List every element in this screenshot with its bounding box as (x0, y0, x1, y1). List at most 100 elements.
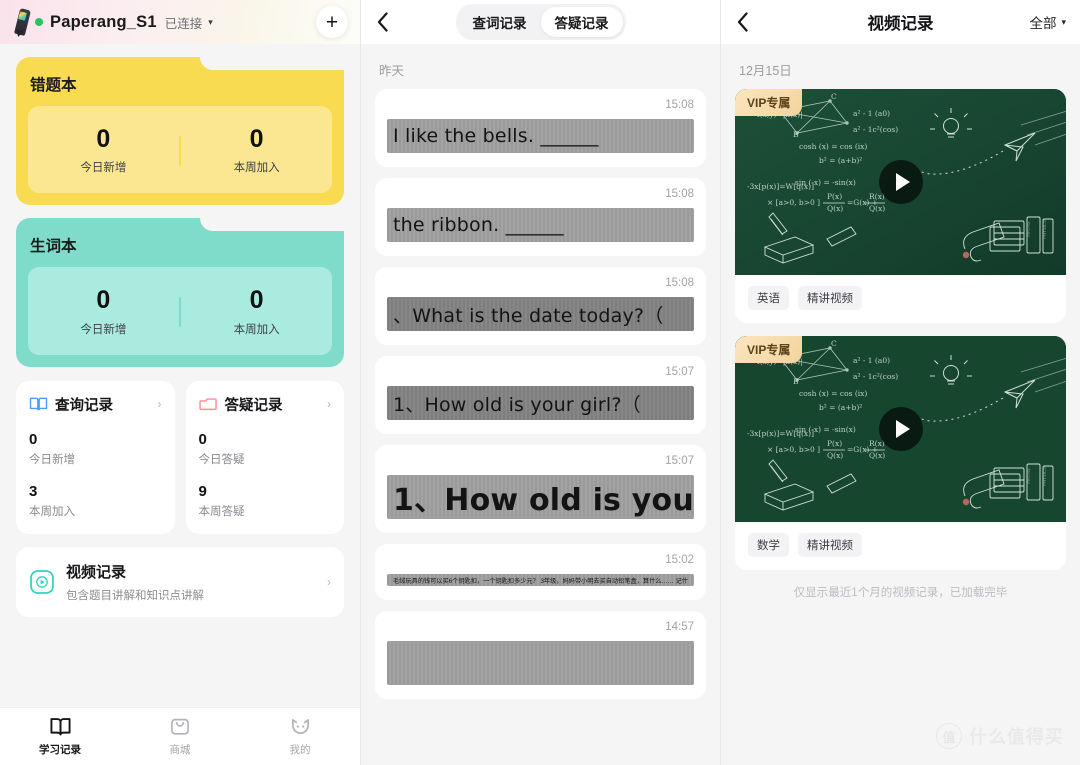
stat-label: 今日新增 (29, 453, 75, 466)
middle-panel-records: 查词记录 答疑记录 昨天 15:08 I like the bells. ___… (360, 0, 720, 765)
left-panel-home: Paperang_S1 已连接 ▾ + 错题本 0 今日新增 0 本周加入 生词… (0, 0, 360, 765)
svg-text:a² - 1c²(cos): a² - 1c²(cos) (853, 372, 898, 381)
record-item[interactable]: 15:02 毛绒玩具的钱可以买6个钥匙扣，一个钥匙扣多少元？ 3年级，妈妈带小明… (375, 544, 706, 600)
scanned-text-strip: 毛绒玩具的钱可以买6个钥匙扣，一个钥匙扣多少元？ 3年级，妈妈带小明去买自动铅笔… (387, 574, 694, 586)
nav-label: 商城 (169, 744, 191, 756)
video-play-icon (30, 569, 54, 594)
chevron-right-icon: › (327, 574, 331, 589)
play-button[interactable] (878, 407, 923, 451)
tag-type: 精讲视频 (798, 533, 862, 557)
record-time: 15:08 (665, 99, 694, 111)
svg-text:Q(x): Q(x) (827, 451, 843, 460)
play-button[interactable] (878, 160, 923, 204)
svg-text:C: C (831, 339, 837, 348)
scan-pen-icon (14, 7, 31, 38)
filter-label: 全部 (1029, 16, 1057, 31)
stat-today: 0 今日新增 (28, 126, 179, 175)
svg-text:cosh (x) = cos (ix): cosh (x) = cos (ix) (799, 142, 867, 151)
video-row-subtitle: 包含题目讲解和知识点讲解 (66, 589, 204, 602)
cat-face-icon (291, 719, 309, 734)
filter-dropdown[interactable]: 全部 ▾ (1029, 12, 1066, 32)
svg-text:P(x): P(x) (827, 192, 842, 201)
record-time: 14:57 (665, 621, 694, 633)
record-item[interactable]: 14:57 (375, 611, 706, 699)
svg-text:Q(x): Q(x) (827, 204, 843, 213)
mini-card-header: 答疑记录 › (198, 394, 331, 415)
svg-text:a² - 1 (a0): a² - 1 (a0) (853, 109, 890, 118)
nav-item-study-records[interactable]: 学习记录 (0, 708, 120, 765)
mini-card-title: 查询记录 (55, 397, 113, 414)
svg-text:PHYSICS: PHYSICS (1042, 467, 1048, 486)
tab-qa-records[interactable]: 答疑记录 (540, 7, 623, 37)
tag-subject: 英语 (748, 286, 789, 310)
stat-value: 0 (249, 286, 264, 315)
row-video-records[interactable]: 视频记录 包含题目讲解和知识点讲解 › (16, 546, 344, 617)
record-time: 15:08 (665, 277, 694, 289)
records-tab-group: 查词记录 答疑记录 (455, 4, 626, 40)
add-button[interactable]: + (316, 6, 348, 38)
scanned-text-strip: 、What is the date today?（ (387, 297, 694, 331)
card-query-records[interactable]: 查询记录 › 0 今日新增 3 本周加入 (16, 380, 175, 534)
scanned-text-strip: the ribbon. ______ (387, 208, 694, 242)
date-group-label: 12月15日 (739, 64, 792, 78)
video-thumbnail[interactable]: f(x,y)=|h(x)| ACB a² - 1 (a0) a² - 1c²(c… (735, 336, 1066, 522)
play-icon (895, 420, 910, 438)
video-card[interactable]: f(x,y)=|h(x)| ACB a² - 1 (a0) a² - 1c²(c… (735, 89, 1066, 323)
scanned-text: 毛绒玩具的钱可以买6个钥匙扣，一个钥匙扣多少元？ 3年级，妈妈带小明去买自动铅笔… (393, 577, 688, 585)
nav-label: 我的 (289, 744, 311, 756)
svg-text:× [a>0, b>0 ]: × [a>0, b>0 ] (767, 445, 820, 454)
video-thumbnail[interactable]: f(x,y)=|h(x)| ACB a² - 1 (a0) a² - 1c²(c… (735, 89, 1066, 275)
video-list[interactable]: 12月15日 C B a² - 1 (a0) a² - 1c²(cos) cos… (721, 44, 1080, 765)
shop-bag-icon (171, 718, 189, 735)
tab-query-records[interactable]: 查词记录 (459, 7, 541, 37)
record-item[interactable]: 15:08 I like the bells. ______ (375, 89, 706, 167)
right-panel-video-records: 视频记录 全部 ▾ 12月15日 C B a² - 1 (a0) a² - 1c… (720, 0, 1080, 765)
record-item[interactable]: 15:07 1、How old is your girl?（ (375, 356, 706, 434)
back-arrow-icon[interactable] (377, 12, 389, 32)
records-list[interactable]: 昨天 15:08 I like the bells. ______ 15:08 … (361, 44, 720, 765)
svg-text:b² = (a+b)²: b² = (a+b)² (819, 156, 862, 165)
nav-item-shop[interactable]: 商城 (120, 708, 240, 765)
scanned-text: the ribbon. ______ (393, 214, 564, 236)
svg-text:MATHS: MATHS (1026, 468, 1032, 484)
scanned-text-strip: 1、How old is your gi (387, 475, 694, 519)
stat-week: 0 本周加入 (181, 287, 332, 336)
tag-subject: 数学 (748, 533, 789, 557)
svg-text:-3x[p(x)]=W[q(x)]: -3x[p(x)]=W[q(x)] (747, 182, 814, 191)
video-tags: 数学 精讲视频 (735, 522, 1066, 570)
stat-value: 0 (249, 125, 264, 153)
video-card[interactable]: f(x,y)=|h(x)| ACB a² - 1 (a0) a² - 1c²(c… (735, 336, 1066, 570)
tag-type: 精讲视频 (798, 286, 862, 310)
svg-text:Q(x): Q(x) (869, 451, 885, 460)
scanned-text-strip (387, 641, 694, 685)
svg-text:MATHS: MATHS (1026, 221, 1032, 237)
stat-value: 0 (198, 430, 207, 448)
stat-box: 0 今日新增 0 本周加入 (28, 106, 332, 194)
record-item[interactable]: 15:08 、What is the date today?（ (375, 267, 706, 345)
back-arrow-icon[interactable] (737, 12, 749, 32)
card-qa-records[interactable]: 答疑记录 › 0 今日答疑 9 本周答疑 (185, 380, 344, 534)
mini-stat-week: 9 本周答疑 (199, 483, 332, 519)
vip-badge: VIP专属 (735, 336, 803, 363)
record-item[interactable]: 15:07 1、How old is your gi (375, 445, 706, 533)
card-wrong-question-book[interactable]: 错题本 0 今日新增 0 本周加入 (16, 57, 344, 206)
page-title: 视频记录 (867, 15, 934, 33)
device-header: Paperang_S1 已连接 ▾ + (0, 0, 360, 44)
svg-text:Q(x): Q(x) (869, 204, 885, 213)
svg-text:a² - 1c²(cos): a² - 1c²(cos) (853, 125, 898, 134)
svg-text:a² - 1 (a0): a² - 1 (a0) (853, 356, 890, 365)
chevron-down-icon[interactable]: ▾ (208, 17, 213, 27)
record-time: 15:02 (665, 554, 694, 566)
card-vocabulary-book[interactable]: 生词本 0 今日新增 0 本周加入 (16, 218, 344, 367)
stat-label: 本周加入 (29, 505, 75, 518)
svg-text:B: B (793, 377, 799, 386)
svg-text:P(x): P(x) (827, 439, 842, 448)
mini-card-header: 查询记录 › (29, 394, 162, 415)
scanned-text: I like the bells. ______ (393, 125, 599, 147)
record-time: 15:07 (665, 455, 694, 467)
nav-item-profile[interactable]: 我的 (240, 708, 360, 765)
record-item[interactable]: 15:08 the ribbon. ______ (375, 178, 706, 256)
watermark-text: 什么值得买 (969, 727, 1064, 747)
scanned-text: 1、How old is your gi (393, 483, 694, 518)
records-header: 查词记录 答疑记录 (361, 0, 720, 44)
